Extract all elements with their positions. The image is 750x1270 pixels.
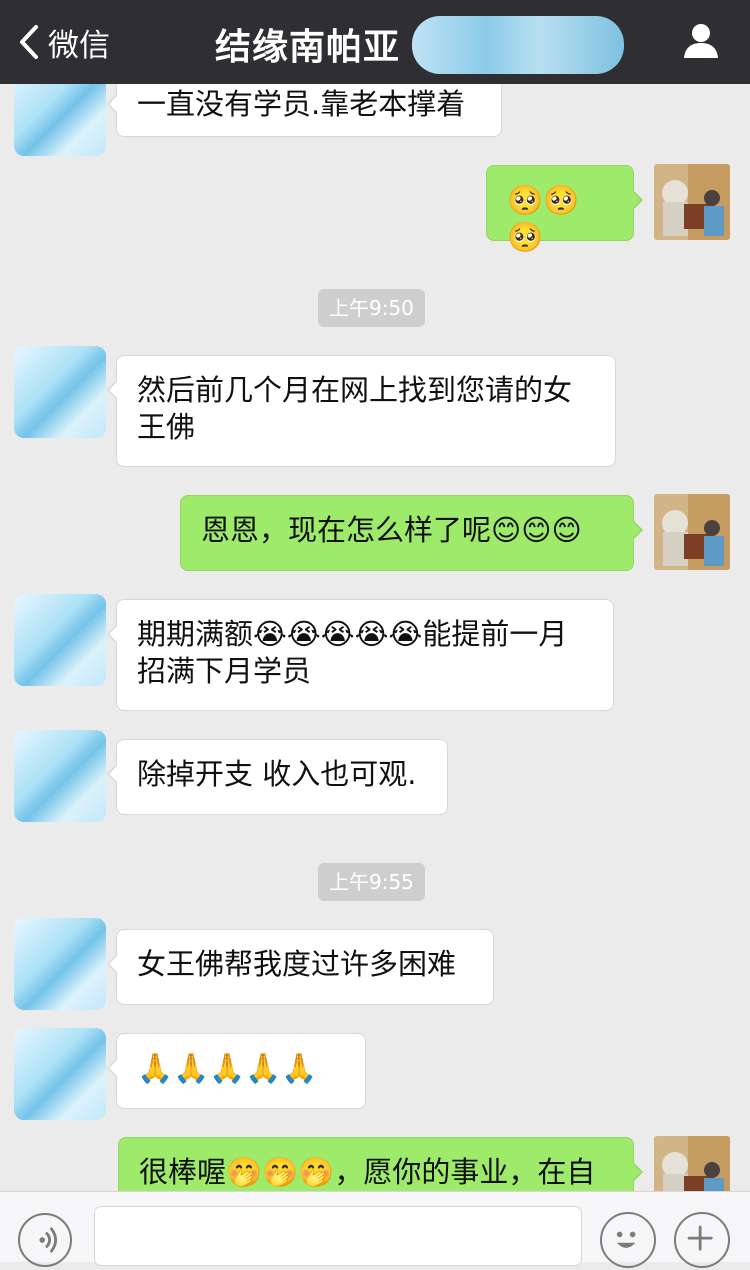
avatar[interactable] (14, 346, 106, 438)
chat-title: 结缘南帕亚 (215, 27, 401, 68)
voice-button[interactable] (18, 1213, 72, 1267)
avatar[interactable] (14, 594, 106, 686)
back-label: 微信 (48, 27, 110, 64)
message-input[interactable] (94, 1206, 582, 1266)
title-redaction (412, 16, 624, 74)
message-bubble[interactable]: 很棒喔🤭🤭🤭，愿你的事业，在自 (118, 1137, 643, 1191)
top-navigation-bar: 微信 结缘南帕亚 (0, 0, 750, 84)
avatar[interactable] (14, 84, 106, 156)
emoji-button[interactable] (600, 1212, 656, 1268)
emoji-icon (616, 1231, 636, 1248)
message-bubble[interactable]: 女王佛帮我度过许多困难 (107, 929, 494, 1005)
more-button[interactable] (674, 1212, 730, 1268)
message-list[interactable]: 一直没有学员.靠老本撑着 🥺🥺🥺 上午9:50 然后前几个月在网上找到您请的女王… (0, 84, 750, 1191)
input-toolbar (0, 1191, 750, 1268)
message-bubble[interactable]: 除掉开支 收入也可观. (107, 739, 448, 815)
chevron-left-icon (20, 25, 38, 59)
plus-icon (687, 1225, 713, 1251)
message-bubble[interactable]: 🥺🥺🥺 (486, 165, 643, 254)
message-bubble[interactable]: 恩恩，现在怎么样了呢😊😊😊 (180, 495, 643, 571)
timestamp: 上午9:55 (318, 863, 425, 901)
person-icon[interactable] (682, 22, 720, 60)
timestamp: 上午9:50 (318, 289, 425, 327)
message-bubble[interactable]: 🙏🙏🙏🙏🙏 (107, 1033, 366, 1109)
voice-icon (39, 1227, 58, 1253)
avatar[interactable] (14, 1028, 106, 1120)
message-bubble[interactable]: 一直没有学员.靠老本撑着 (107, 84, 502, 137)
avatar[interactable] (654, 494, 730, 570)
avatar[interactable] (14, 918, 106, 1010)
back-button[interactable]: 微信 (18, 22, 110, 64)
message-bubble[interactable]: 然后前几个月在网上找到您请的女王佛 (107, 355, 616, 467)
avatar[interactable] (654, 164, 730, 240)
avatar[interactable] (654, 1136, 730, 1191)
avatar[interactable] (14, 730, 106, 822)
message-bubble[interactable]: 期期满额😭😭😭😭😭能提前一月招满下月学员 (107, 599, 614, 711)
